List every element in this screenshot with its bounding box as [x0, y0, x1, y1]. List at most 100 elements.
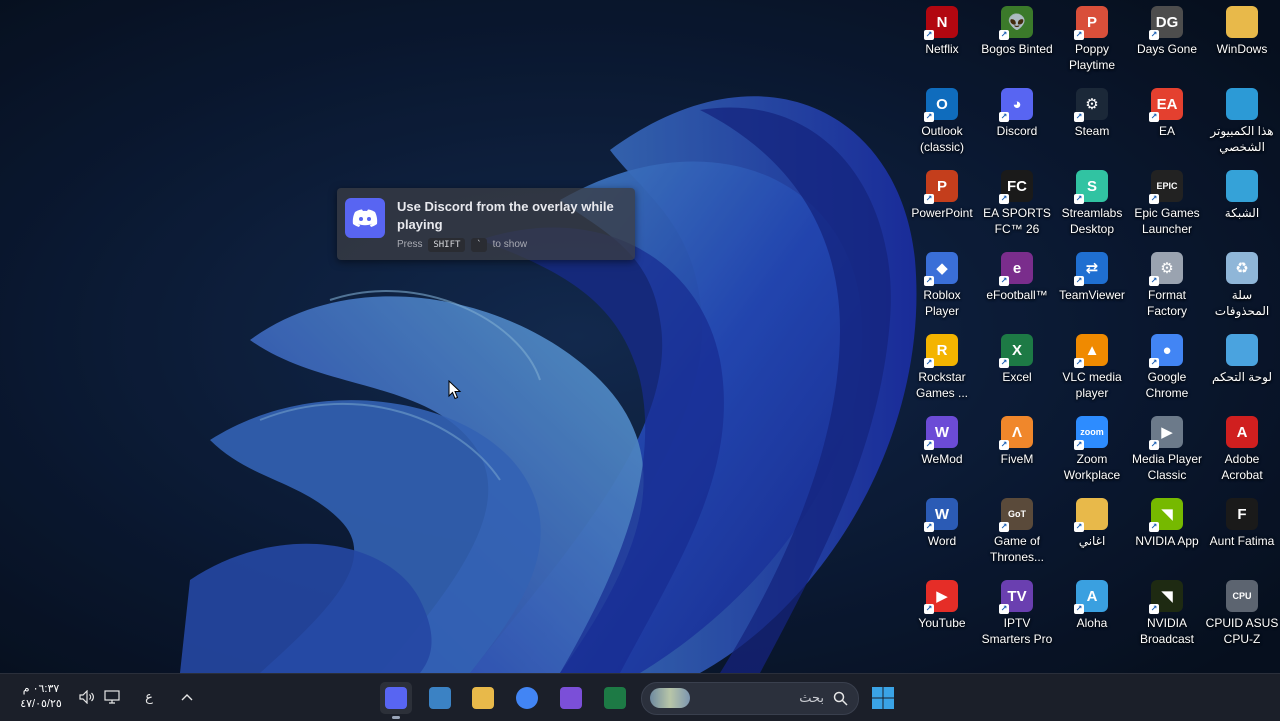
desktop-icon[interactable]: N ↗ Netflix: [905, 2, 979, 57]
discord-overlay-notification[interactable]: Use Discord from the overlay while playi…: [337, 188, 635, 260]
desktop-icon[interactable]: ◥ ↗ NVIDIA App: [1130, 494, 1204, 549]
desktop-icon[interactable]: 👽 ↗ Bogos Binted: [980, 2, 1054, 57]
desktop-icon[interactable]: ● ↗ Google Chrome: [1130, 330, 1204, 401]
desktop-icon[interactable]: FC ↗ EA SPORTS FC™ 26: [980, 166, 1054, 237]
desktop-icon-label: Word: [927, 534, 957, 548]
start-button[interactable]: [867, 682, 899, 714]
teamviewer-icon: ⇄ ↗: [1074, 252, 1108, 286]
desktop-icon-label: Adobe Acrobat: [1221, 452, 1263, 482]
desktop-icon[interactable]: S ↗ Streamlabs Desktop: [1055, 166, 1129, 237]
shift-key: SHIFT: [428, 238, 466, 252]
aunt-fatima-icon: F: [1226, 498, 1258, 530]
desktop-icon[interactable]: P ↗ Poppy Playtime: [1055, 2, 1129, 73]
shortcut-arrow-icon: ↗: [1074, 358, 1084, 368]
desktop-icon[interactable]: ◆ ↗ Roblox Player: [905, 248, 979, 319]
desktop-icon[interactable]: الشبكة: [1205, 166, 1279, 221]
desktop-icon[interactable]: GoT ↗ Game of Thrones...: [980, 494, 1054, 565]
acrobat-icon: A: [1226, 416, 1258, 448]
shortcut-arrow-icon: ↗: [924, 358, 934, 368]
system-clock[interactable]: ٠٦:٣٧ م ٤٧/٠٥/٢٥: [14, 682, 68, 712]
alien-icon: 👽 ↗: [999, 6, 1033, 40]
shortcut-arrow-icon: ↗: [924, 30, 934, 40]
taskbar-app-button[interactable]: [555, 682, 587, 714]
desktop-icon[interactable]: ▲ ↗ VLC media player: [1055, 330, 1129, 401]
desktop-icon-label: Media Player Classic: [1131, 452, 1203, 482]
desktop-icon[interactable]: ⚙ ↗ Format Factory: [1130, 248, 1204, 319]
desktop-icon[interactable]: X ↗ Excel: [980, 330, 1054, 385]
desktop-icon-label: PowerPoint: [911, 206, 973, 220]
taskbar-search-box[interactable]: بحث: [641, 682, 859, 715]
active-app-indicator: [392, 716, 400, 719]
desktop-icon[interactable]: ▶ ↗ Media Player Classic: [1130, 412, 1204, 483]
format-factory-icon: ⚙ ↗: [1149, 252, 1183, 286]
desktop-icon[interactable]: ♻ سلة المحذوفات: [1205, 248, 1279, 319]
excel-icon: X ↗: [999, 334, 1033, 368]
shortcut-arrow-icon: ↗: [924, 522, 934, 532]
cpuz-icon: CPU: [1226, 580, 1258, 612]
desktop-icon[interactable]: ↗ اغاني: [1055, 494, 1129, 549]
shortcut-arrow-icon: ↗: [924, 276, 934, 286]
desktop-icon[interactable]: DG ↗ Days Gone: [1130, 2, 1204, 57]
desktop-icon[interactable]: ◥ ↗ NVIDIA Broadcast: [1130, 576, 1204, 647]
desktop-icon-label: سلة المحذوفات: [1214, 288, 1270, 318]
desktop-icon[interactable]: zoom ↗ Zoom Workplace: [1055, 412, 1129, 483]
shortcut-arrow-icon: ↗: [1149, 194, 1159, 204]
volume-icon[interactable]: [76, 686, 98, 708]
desktop-icon-label: Netflix: [925, 42, 959, 56]
ea-icon: EA ↗: [1149, 88, 1183, 122]
desktop-icon[interactable]: EA ↗ EA: [1130, 84, 1204, 139]
desktop-icon[interactable]: ⇄ ↗ TeamViewer: [1055, 248, 1129, 303]
show-hidden-icons-chevron-icon[interactable]: [176, 686, 198, 708]
desktop-icon[interactable]: W ↗ WeMod: [905, 412, 979, 467]
wemod-icon: W ↗: [924, 416, 958, 450]
taskbar-app-button[interactable]: [424, 682, 456, 714]
taskbar-app-button[interactable]: [380, 682, 412, 719]
desktop-icon[interactable]: لوحة التحكم: [1205, 330, 1279, 385]
taskbar-app-button[interactable]: [467, 682, 499, 714]
desktop-icon[interactable]: P ↗ PowerPoint: [905, 166, 979, 221]
desktop-icon-label: Format Factory: [1146, 288, 1187, 318]
clock-time: ٠٦:٣٧ م: [22, 683, 60, 695]
press-label: Press: [397, 239, 423, 250]
rockstar-icon: R ↗: [924, 334, 958, 368]
taskbar-app-button[interactable]: [511, 682, 543, 714]
this-pc-icon: [1226, 88, 1258, 120]
shortcut-arrow-icon: ↗: [924, 112, 934, 122]
word-icon: W ↗: [924, 498, 958, 532]
desktop-icon[interactable]: ▶ ↗ YouTube: [905, 576, 979, 631]
shortcut-arrow-icon: ↗: [924, 194, 934, 204]
shortcut-arrow-icon: ↗: [1074, 112, 1084, 122]
desktop-icon-label: EA SPORTS FC™ 26: [983, 206, 1051, 236]
desktop-icon[interactable]: Λ ↗ FiveM: [980, 412, 1054, 467]
input-language-indicator[interactable]: ع: [138, 686, 160, 708]
network-status-icon[interactable]: [101, 686, 123, 708]
windows-logo-icon: [872, 687, 894, 709]
shortcut-arrow-icon: ↗: [999, 30, 1009, 40]
desktop-icon[interactable]: CPU CPUID ASUS CPU-Z: [1205, 576, 1279, 647]
desktop-icon[interactable]: هذا الكمبيوتر الشخصي: [1205, 84, 1279, 155]
shortcut-arrow-icon: ↗: [999, 112, 1009, 122]
desktop-icon[interactable]: TV ↗ IPTV Smarters Pro: [980, 576, 1054, 647]
desktop-icon-label: WinDows: [1216, 42, 1268, 56]
taskbar-app-button[interactable]: [599, 682, 631, 714]
desktop-icon[interactable]: O ↗ Outlook (classic): [905, 84, 979, 155]
desktop-icon[interactable]: EPIC ↗ Epic Games Launcher: [1130, 166, 1204, 237]
desktop-icon[interactable]: WinDows: [1205, 2, 1279, 57]
desktop-icon[interactable]: A ↗ Aloha: [1055, 576, 1129, 631]
desktop-icon[interactable]: A Adobe Acrobat: [1205, 412, 1279, 483]
desktop-icon[interactable]: W ↗ Word: [905, 494, 979, 549]
shortcut-arrow-icon: ↗: [924, 604, 934, 614]
to-show-label: to show: [492, 239, 528, 250]
desktop-icon[interactable]: ◕ ↗ Discord: [980, 84, 1054, 139]
desktop-icon[interactable]: ⚙ ↗ Steam: [1055, 84, 1129, 139]
shortcut-arrow-icon: ↗: [1149, 112, 1159, 122]
desktop-icon-label: Streamlabs Desktop: [1061, 206, 1123, 236]
shortcut-arrow-icon: ↗: [1149, 604, 1159, 614]
desktop-icon[interactable]: F Aunt Fatima: [1205, 494, 1279, 549]
shortcut-arrow-icon: ↗: [1149, 30, 1159, 40]
desktop-icon[interactable]: e ↗ eFootball™: [980, 248, 1054, 303]
shortcut-arrow-icon: ↗: [1074, 604, 1084, 614]
desktop-icon-label: Roblox Player: [923, 288, 961, 318]
desktop-icon-label: Days Gone: [1136, 42, 1198, 56]
desktop-icon[interactable]: R ↗ Rockstar Games ...: [905, 330, 979, 401]
